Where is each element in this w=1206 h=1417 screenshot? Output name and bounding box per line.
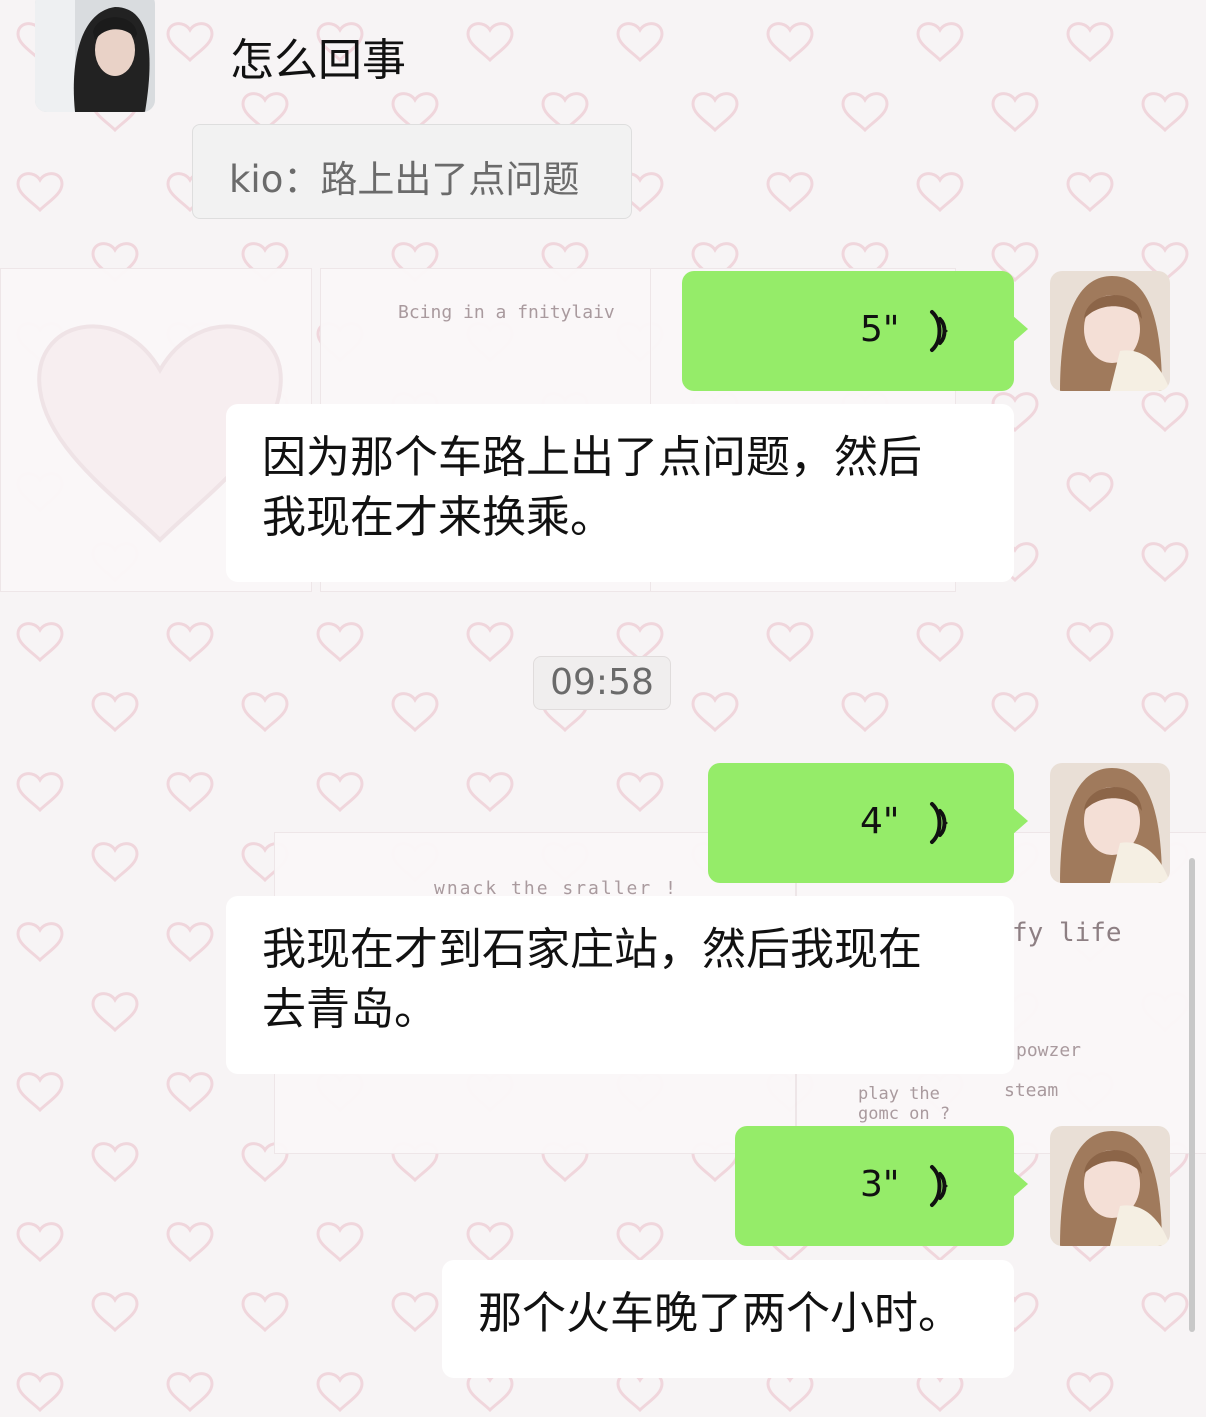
voice-message-bubble-1[interactable]: 5" [682,271,1028,391]
voice-wave-icon [930,310,948,352]
voice-duration-1: 5" [860,309,900,350]
voice-message-bubble-2[interactable]: 4" [708,763,1028,883]
art-label-life: fy life [1012,918,1122,948]
voice-transcript-1: 因为那个车路上出了点问题，然后 我现在才来换乘。 [226,404,1014,582]
timestamp-badge: 09:58 [533,656,671,710]
transcript-2-line-1: 我现在才到石家庄站，然后我现在 [262,924,922,975]
contact-avatar-image [35,0,155,112]
voice-transcript-3: 那个火车晚了两个小时。 [442,1260,1014,1378]
my-avatar-image [1050,763,1170,883]
contact-message-text: 怎么回事 [230,35,406,86]
scrollbar-thumb[interactable] [1189,858,1195,1332]
art-label-play: play the gomc on ? [858,1084,951,1124]
voice-transcript-2: 我现在才到石家庄站，然后我现在 去青岛。 [226,896,1014,1074]
my-avatar[interactable] [1050,763,1170,883]
timestamp-text: 09:58 [550,662,654,703]
quoted-message[interactable]: kio：路上出了点问题 [192,124,632,219]
art-label-power: powzer [1016,1040,1082,1061]
voice-wave-icon [930,1165,948,1207]
quoted-message-text: kio：路上出了点问题 [229,158,580,201]
art-card-title: Bcing in a fnitylaiv [398,302,615,323]
transcript-1-line-2: 我现在才来换乘。 [262,492,614,543]
voice-duration-2: 4" [860,801,900,842]
art-label-steam: steam [1004,1080,1059,1101]
my-avatar[interactable] [1050,271,1170,391]
transcript-3-line-1: 那个火车晚了两个小时。 [478,1288,962,1339]
transcript-1-line-1: 因为那个车路上出了点问题，然后 [262,432,922,483]
my-avatar[interactable] [1050,1126,1170,1246]
contact-avatar[interactable] [35,0,155,112]
my-avatar-image [1050,271,1170,391]
voice-message-bubble-3[interactable]: 3" [735,1126,1028,1246]
voice-duration-3: 3" [860,1164,900,1205]
voice-wave-icon [930,802,948,844]
transcript-2-line-2: 去青岛。 [262,984,438,1035]
my-avatar-image [1050,1126,1170,1246]
